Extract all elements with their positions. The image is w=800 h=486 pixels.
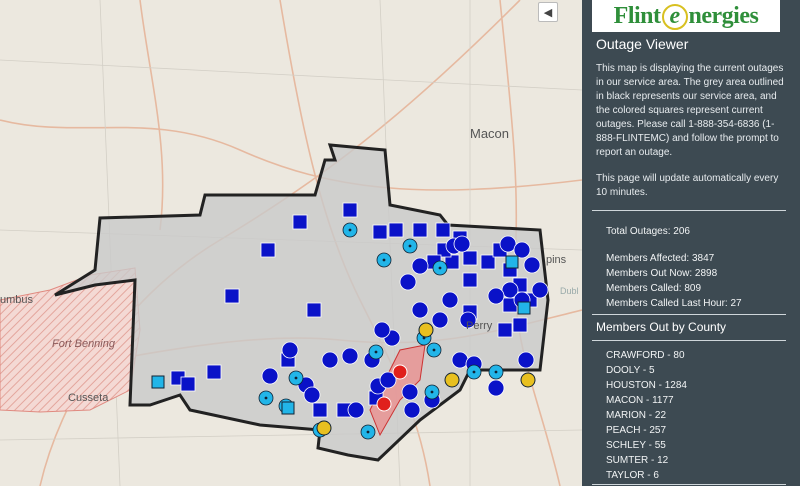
county-item: MARION - 22 <box>606 410 667 421</box>
marker-dot <box>374 350 378 354</box>
marker-dot <box>408 244 412 248</box>
collapse-panel-button[interactable]: ◀ <box>538 2 558 22</box>
marker-dot <box>438 266 442 270</box>
outage-marker-square[interactable] <box>342 202 358 218</box>
outage-marker-circle[interactable] <box>487 379 505 397</box>
outage-marker-square[interactable] <box>180 376 196 392</box>
outage-marker-square[interactable] <box>512 317 528 333</box>
outage-marker-square[interactable] <box>260 242 276 258</box>
outage-marker-circle[interactable] <box>487 287 505 305</box>
outage-marker-square[interactable] <box>505 255 519 269</box>
county-item: SCHLEY - 55 <box>606 440 666 451</box>
outage-marker-square[interactable] <box>517 301 531 315</box>
county-item: DOOLY - 5 <box>606 365 655 376</box>
outage-marker-square[interactable] <box>224 288 240 304</box>
outage-marker-square[interactable] <box>306 302 322 318</box>
outage-marker-square[interactable] <box>312 402 328 418</box>
outage-marker-circle[interactable] <box>531 281 549 299</box>
county-item: SUMTER - 12 <box>606 455 669 466</box>
outage-marker-square[interactable] <box>462 272 478 288</box>
outage-marker-circle[interactable] <box>321 351 339 369</box>
outage-marker-square[interactable] <box>206 364 222 380</box>
members-affected: Members Affected: 3847 <box>606 253 715 264</box>
county-item: TAYLOR - 6 <box>606 470 659 481</box>
divider <box>592 484 786 485</box>
place-label-robins: pins <box>546 254 567 266</box>
outage-marker-circle[interactable] <box>392 364 408 380</box>
outage-marker-circle[interactable] <box>523 256 541 274</box>
marker-dot <box>294 376 298 380</box>
place-label-fort-benning: Fort Benning <box>52 338 115 350</box>
marker-dot <box>432 348 436 352</box>
outage-marker-square[interactable] <box>435 222 451 238</box>
outage-marker-square[interactable] <box>372 224 388 240</box>
marker-dot <box>472 370 476 374</box>
members-called: Members Called: 809 <box>606 283 702 294</box>
county-item: PEACH - 257 <box>606 425 667 436</box>
outage-marker-circle[interactable] <box>517 351 535 369</box>
outage-marker-square[interactable] <box>388 222 404 238</box>
outage-marker-circle[interactable] <box>376 396 392 412</box>
outage-marker-circle[interactable] <box>403 401 421 419</box>
total-outages: Total Outages: 206 <box>606 226 690 237</box>
outage-marker-square[interactable] <box>151 375 165 389</box>
outage-marker-circle[interactable] <box>341 347 359 365</box>
place-label-macon: Macon <box>470 126 510 141</box>
place-label-columbus: umbus <box>0 294 34 306</box>
map-canvas[interactable] <box>0 0 582 486</box>
county-item: CRAWFORD - 80 <box>606 350 685 361</box>
marker-dot <box>430 390 434 394</box>
outage-marker-circle[interactable] <box>399 273 417 291</box>
panel-description: This map is displaying the current outag… <box>596 63 784 158</box>
update-note: This page will update automatically ever… <box>596 173 779 198</box>
info-panel: Flint e nergies Outage Viewer This map is … <box>582 0 800 486</box>
divider <box>592 340 786 341</box>
outage-marker-square[interactable] <box>497 322 513 338</box>
place-label-dublin: Dubl <box>560 286 579 296</box>
divider <box>592 314 786 315</box>
outage-marker-circle[interactable] <box>441 291 459 309</box>
outage-marker-circle[interactable] <box>520 372 536 388</box>
outage-marker-circle[interactable] <box>451 351 469 369</box>
outage-marker-circle[interactable] <box>347 401 365 419</box>
marker-dot <box>366 430 370 434</box>
members-out-now: Members Out Now: 2898 <box>606 268 718 279</box>
outage-marker-circle[interactable] <box>261 367 279 385</box>
county-item: HOUSTON - 1284 <box>606 380 687 391</box>
outage-marker-circle[interactable] <box>453 235 471 253</box>
outage-marker-square[interactable] <box>462 250 478 266</box>
outage-marker-square[interactable] <box>412 222 428 238</box>
county-heading: Members Out by County <box>596 320 727 334</box>
outage-marker-circle[interactable] <box>316 420 332 436</box>
marker-dot <box>264 396 268 400</box>
place-label-perry: Perry <box>466 320 493 332</box>
flint-energies-logo: Flint e nergies <box>592 0 780 32</box>
outage-map[interactable]: ◀ umbus Fort Benning Cusseta Macon Perry… <box>0 0 582 486</box>
outage-marker-circle[interactable] <box>281 341 299 359</box>
outage-marker-circle[interactable] <box>401 383 419 401</box>
outage-marker-circle[interactable] <box>411 301 429 319</box>
panel-title: Outage Viewer <box>596 36 689 52</box>
marker-dot <box>494 370 498 374</box>
divider <box>592 210 786 211</box>
marker-dot <box>382 258 386 262</box>
outage-marker-square[interactable] <box>281 401 295 415</box>
outage-marker-circle[interactable] <box>444 372 460 388</box>
outage-marker-circle[interactable] <box>418 322 434 338</box>
outage-marker-circle[interactable] <box>499 235 517 253</box>
outage-marker-circle[interactable] <box>431 311 449 329</box>
outage-marker-circle[interactable] <box>411 257 429 275</box>
outage-marker-circle[interactable] <box>303 386 321 404</box>
outage-marker-circle[interactable] <box>373 321 391 339</box>
place-label-cusseta: Cusseta <box>68 392 109 404</box>
outage-marker-square[interactable] <box>292 214 308 230</box>
members-called-last-hour: Members Called Last Hour: 27 <box>606 298 742 309</box>
marker-dot <box>348 228 352 232</box>
county-item: MACON - 1177 <box>606 395 674 406</box>
